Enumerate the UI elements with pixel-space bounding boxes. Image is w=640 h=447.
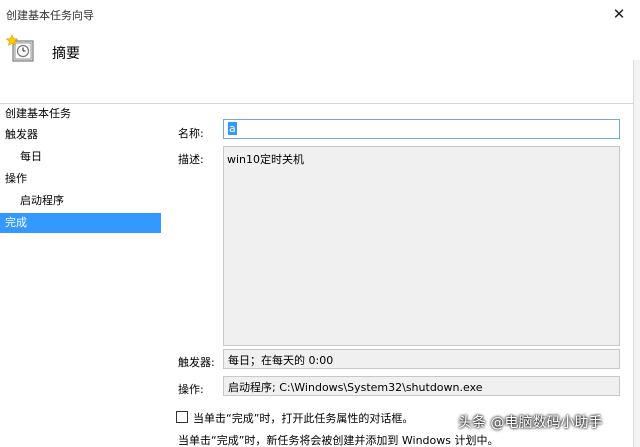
trigger-label: 触发器: xyxy=(178,356,215,369)
name-value: a xyxy=(228,122,237,135)
action-field[interactable]: 启动程序; C:\Windows\System32\shutdown.exe xyxy=(223,376,620,396)
title-bar: 创建基本任务向导 ✕ xyxy=(0,0,640,28)
description-label: 描述: xyxy=(178,153,204,166)
window-edge xyxy=(633,60,640,447)
description-field[interactable]: win10定时关机 xyxy=(223,146,620,346)
open-properties-checkbox[interactable] xyxy=(176,411,188,423)
task-wizard-icon xyxy=(5,34,36,64)
name-label: 名称: xyxy=(178,127,204,140)
nav-item-create-basic-task[interactable]: 创建基本任务 xyxy=(0,104,161,124)
wizard-steps-nav: 创建基本任务 触发器 每日 操作 启动程序 完成 xyxy=(0,104,168,447)
action-label: 操作: xyxy=(178,383,204,396)
summary-form: 名称: a 描述: win10定时关机 触发器: 每日；在每天的 0:00 操作… xyxy=(168,104,633,447)
wizard-header xyxy=(0,28,640,103)
watermark-text: 头条 @电脑数码小助手 xyxy=(458,415,603,431)
nav-item-start-program[interactable]: 启动程序 xyxy=(0,191,161,211)
close-button[interactable]: ✕ xyxy=(606,3,632,25)
page-title: 摘要 xyxy=(52,46,80,62)
finish-note: 当单击“完成”时，新任务将会被创建并添加到 Windows 计划中。 xyxy=(178,434,499,447)
open-properties-label[interactable]: 当单击“完成”时，打开此任务属性的对话框。 xyxy=(193,410,413,426)
nav-item-action[interactable]: 操作 xyxy=(0,169,161,189)
nav-item-finish[interactable]: 完成 xyxy=(0,213,161,233)
trigger-field[interactable]: 每日；在每天的 0:00 xyxy=(223,349,620,369)
window-title: 创建基本任务向导 xyxy=(6,9,94,22)
nav-item-daily[interactable]: 每日 xyxy=(0,147,161,167)
nav-item-trigger[interactable]: 触发器 xyxy=(0,125,161,145)
name-field[interactable]: a xyxy=(223,119,620,139)
